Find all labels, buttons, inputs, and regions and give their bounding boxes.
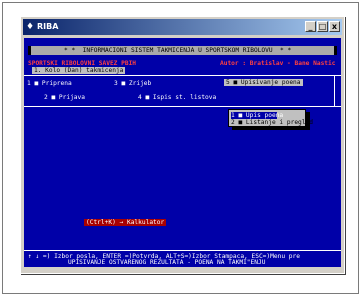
- submenu-shadow: [232, 127, 310, 130]
- app-icon: ♦: [26, 22, 35, 32]
- menu-top-border: [24, 75, 341, 76]
- header-edge-left: [28, 46, 31, 55]
- screenshot-frame: ♦ RIBA _ □ x * * INFORMACIONI SISTEM TAK…: [2, 2, 359, 294]
- menu-item-priprema[interactable]: 1 ■ Priprena: [27, 80, 72, 87]
- title-bar[interactable]: ♦ RIBA _ □ x: [23, 19, 342, 35]
- menu-item-prijava[interactable]: 2 ■ Prijava: [44, 94, 85, 101]
- system-header: * * INFORMACIONI SISTEM TAKMICENJA U SPO…: [64, 47, 292, 54]
- footer-status-text: UPISIVANJE OSTVARENOG REZULTATA - POENA …: [68, 259, 266, 266]
- round-label: 1. Kolo (Dan) takmicenja: [32, 67, 126, 74]
- menu-bottom-border: [24, 106, 341, 107]
- submenu-item-listanje[interactable]: 2 ■ Listanje i pregled: [231, 119, 313, 126]
- close-button[interactable]: x: [329, 21, 340, 32]
- window-title: RIBA: [37, 22, 59, 31]
- minimize-button[interactable]: _: [305, 21, 316, 32]
- menu-right-border: [334, 75, 335, 107]
- organization-label: SPORTSKI RIBOLOVNI SAVEZ PBIH: [28, 60, 137, 67]
- menu-item-upisivanje-poena[interactable]: 5 ■ Upisivanje poena: [224, 79, 303, 86]
- maximize-button[interactable]: □: [317, 21, 328, 32]
- menu-item-ispis-listova[interactable]: 4 ■ Ispis st. listova: [138, 94, 216, 101]
- submenu-popup: 1 ■ Upis poena 2 ■ Listanje i pregled: [228, 109, 313, 127]
- menu-item-zrijeb[interactable]: 3 ■ Zrijeb: [114, 80, 151, 87]
- calculator-shortcut[interactable]: (Ctrl+K) → Kalkulator: [84, 219, 167, 226]
- footer-border: [24, 250, 341, 251]
- header-edge-right: [334, 46, 337, 55]
- dos-console: * * INFORMACIONI SISTEM TAKMICENJA U SPO…: [24, 38, 341, 267]
- submenu-item-upis-poena[interactable]: 1 ■ Upis poena: [231, 112, 283, 119]
- author-label: Autor : Bratislav - Bane Nastic: [220, 60, 336, 67]
